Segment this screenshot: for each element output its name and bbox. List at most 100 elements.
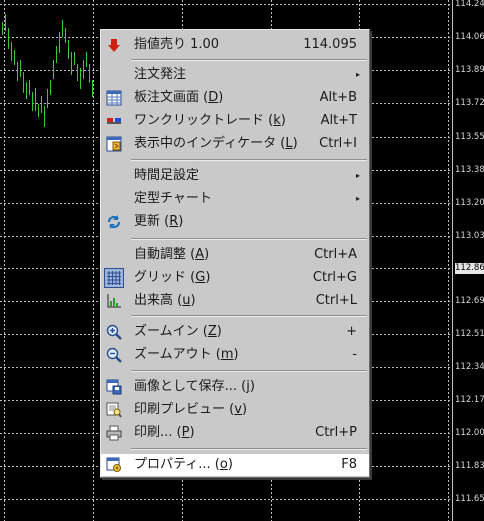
menu-item-accelerator: L xyxy=(285,136,293,151)
properties-item[interactable]: プロパティ... (o) F8 xyxy=(101,454,369,476)
zoom-in-icon xyxy=(106,324,122,340)
zoom-out-icon xyxy=(106,347,122,363)
menu-separator xyxy=(131,159,367,161)
price-axis-label: 113.895 xyxy=(455,65,484,75)
price-axis-label: 113.035 xyxy=(455,231,484,241)
sell-limit-item[interactable]: 指値売り 1.00 114.095 xyxy=(101,34,369,56)
menu-item-text: 定型チャート xyxy=(134,191,212,206)
print-preview-item[interactable]: 印刷プレビュー (v) xyxy=(101,399,369,421)
price-axis-label: 112.000 xyxy=(455,428,484,438)
save-as-picture-item[interactable]: 画像として保存... (j) xyxy=(101,376,369,398)
menu-item-shortcut: Alt+B xyxy=(319,90,357,105)
menu-item-accelerator: P xyxy=(181,425,190,440)
menu-item-shortcut: F8 xyxy=(341,457,357,472)
submenu-arrow-icon: ▸ xyxy=(355,194,360,203)
menu-item-label: 指値売り 1.00 xyxy=(134,34,219,56)
menu-item-text: 印刷... xyxy=(134,425,173,440)
price-axis-label: 113.205 xyxy=(455,198,484,208)
price-axis-label: 113.380 xyxy=(455,165,484,175)
depth-of-market-item[interactable]: 板注文画面 (D) Alt+B xyxy=(101,87,369,109)
timeframes-item[interactable]: 時間足設定 ▸ xyxy=(101,165,369,187)
menu-item-text: ズームアウト xyxy=(134,347,212,362)
menu-item-label: 注文発注 xyxy=(134,64,186,86)
refresh-icon xyxy=(106,214,122,230)
menu-item-accelerator: o xyxy=(219,457,228,472)
menu-item-accelerator: G xyxy=(195,270,206,285)
menu-item-label: プロパティ... (o) xyxy=(134,457,233,472)
menu-item-label: 更新 (R) xyxy=(134,214,184,229)
menu-item-label: 印刷... (P) xyxy=(134,425,195,440)
menu-item-shortcut: Ctrl+P xyxy=(315,425,357,440)
zoom-in-item[interactable]: ズームイン (Z) + xyxy=(101,321,369,343)
menu-item-accelerator: R xyxy=(169,214,179,229)
indicator-list-icon xyxy=(106,136,122,152)
price-axis-label: 114.065 xyxy=(455,32,484,42)
menu-item-text: ワンクリックトレード xyxy=(134,113,265,128)
one-click-icon xyxy=(106,113,122,129)
menu-item-text: 更新 xyxy=(134,214,161,229)
menu-item-shortcut: Ctrl+G xyxy=(312,270,357,285)
menu-item-label: ワンクリックトレード (k) xyxy=(134,113,286,128)
menu-item-accelerator: m xyxy=(220,347,234,362)
menu-item-text: 出来高 xyxy=(134,293,174,308)
submenu-arrow-icon: ▸ xyxy=(355,70,360,79)
price-axis-label: 112.345 xyxy=(455,362,484,372)
save-picture-icon xyxy=(106,379,122,395)
price-axis-label: 111.655 xyxy=(455,494,484,504)
grid-icon xyxy=(104,268,124,288)
price-axis-label: 112.175 xyxy=(455,395,484,405)
templates-item[interactable]: 定型チャート ▸ xyxy=(101,188,369,210)
menu-item-accelerator: Z xyxy=(207,324,217,339)
auto-scroll-item[interactable]: 自動調整 (A) Ctrl+A xyxy=(101,244,369,266)
menu-item-accelerator: u xyxy=(182,293,191,308)
price-axis-label: 112.515 xyxy=(455,329,484,339)
menu-item-text: 表示中のインディケータ xyxy=(134,136,277,151)
indicators-list-item[interactable]: 表示中のインディケータ (L) Ctrl+I xyxy=(101,133,369,155)
menu-item-label: 画像として保存... (j) xyxy=(134,379,255,394)
menu-separator xyxy=(131,238,367,240)
volumes-item[interactable]: 出来高 (u) Ctrl+L xyxy=(101,290,369,312)
menu-item-text: 注文発注 xyxy=(134,67,187,82)
menu-item-text: ズームイン xyxy=(134,324,199,339)
zoom-out-item[interactable]: ズームアウト (m) - xyxy=(101,344,369,366)
new-order-item[interactable]: 注文発注 ▸ xyxy=(101,64,369,86)
print-item[interactable]: 印刷... (P) Ctrl+P xyxy=(101,422,369,444)
menu-item-text: 印刷プレビュー xyxy=(134,402,226,417)
menu-item-text: グリッド xyxy=(134,270,187,285)
menu-item-shortcut: + xyxy=(346,324,357,339)
price-axis-label: 113.550 xyxy=(455,132,484,142)
grid-item[interactable]: グリッド (G) Ctrl+G xyxy=(101,267,369,289)
menu-item-label: 出来高 (u) xyxy=(134,293,196,308)
printer-icon xyxy=(106,425,122,441)
menu-item-text: 画像として保存... xyxy=(134,379,238,394)
menu-item-shortcut: Ctrl+A xyxy=(314,247,357,262)
menu-item-shortcut: 114.095 xyxy=(303,37,357,52)
price-axis-label: 111.830 xyxy=(455,461,484,471)
one-click-trading-item[interactable]: ワンクリックトレード (k) Alt+T xyxy=(101,110,369,132)
price-axis-label: 112.690 xyxy=(455,296,484,306)
menu-item-label: 表示中のインディケータ (L) xyxy=(134,136,298,151)
red-down-arrow-icon xyxy=(106,37,122,53)
price-axis-label: 113.720 xyxy=(455,98,484,108)
order-board-icon xyxy=(106,90,122,106)
menu-item-accelerator: v xyxy=(234,402,242,417)
menu-item-shortcut: Alt+T xyxy=(320,113,357,128)
menu-separator xyxy=(131,315,367,317)
menu-item-shortcut: Ctrl+L xyxy=(315,293,357,308)
refresh-item[interactable]: 更新 (R) xyxy=(101,211,369,233)
menu-separator xyxy=(131,59,367,61)
chart-context-menu: 指値売り 1.00 114.095 注文発注 ▸ 板注文画面 (D) Alt+B ワンクリッ… xyxy=(100,29,370,478)
menu-item-accelerator: j xyxy=(246,379,250,394)
menu-item-text: 指値売り 1.00 xyxy=(134,37,220,52)
menu-item-text: 時間足設定 xyxy=(134,168,200,183)
menu-item-text: プロパティ... xyxy=(134,457,211,472)
menu-item-text: 自動調整 xyxy=(134,247,187,262)
menu-item-label: 定型チャート xyxy=(134,188,212,210)
menu-item-accelerator: A xyxy=(195,247,205,262)
menu-item-label: 時間足設定 xyxy=(134,165,199,187)
menu-item-label: ズームアウト (m) xyxy=(134,347,239,362)
menu-item-label: 印刷プレビュー (v) xyxy=(134,402,248,417)
price-axis-label: 114.240 xyxy=(455,0,484,9)
menu-item-shortcut: - xyxy=(352,347,357,362)
menu-item-label: 板注文画面 (D) xyxy=(134,90,224,105)
